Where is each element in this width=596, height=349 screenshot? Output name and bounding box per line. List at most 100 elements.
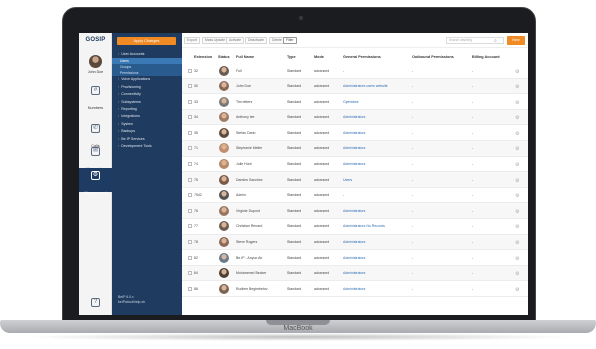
cell-name[interactable]: Virginie Dupont	[236, 209, 260, 213]
col-status[interactable]: Status	[218, 55, 230, 59]
row-settings-icon[interactable]: ⚙	[515, 115, 519, 121]
row-checkbox[interactable]	[188, 271, 192, 276]
cell-billing: -	[472, 99, 474, 104]
col-full-name[interactable]: Full Name	[236, 55, 254, 59]
nav-item-integrations[interactable]: › Integrations	[112, 113, 182, 120]
col-billing-account[interactable]: Billing Account	[472, 55, 500, 59]
numbers-icon: #	[91, 86, 100, 95]
cell-billing: -	[472, 255, 474, 260]
row-settings-icon[interactable]: ⚙	[515, 69, 519, 75]
rail-item-help[interactable]: ?Help	[79, 295, 112, 315]
col-general-permissions[interactable]: General Permissions	[343, 55, 381, 59]
table-row[interactable]: 84 Muhammed Becker Standard advanced Adminis…	[182, 265, 528, 282]
cell-name[interactable]: Christian Renard	[236, 224, 262, 228]
rail-item-messaging[interactable]: ✉Messaging	[79, 144, 112, 171]
row-settings-icon[interactable]: ⚙	[515, 271, 519, 277]
row-checkbox[interactable]	[188, 255, 192, 260]
cell-mode: advanced	[314, 99, 330, 104]
cell-name[interactable]: John Doe	[236, 84, 251, 88]
nav-item-subsystems[interactable]: › Subsystems	[112, 99, 182, 106]
nav-item-user-accounts[interactable]: › User Accounts	[112, 51, 182, 58]
row-settings-icon[interactable]: ⚙	[515, 146, 519, 152]
row-checkbox[interactable]	[188, 193, 192, 198]
table-row[interactable]: 35 Stefan Dario Standard advanced Administra…	[182, 125, 528, 141]
table-row[interactable]: 76 Virginie Dupont Standard advanced Adminis…	[182, 203, 528, 219]
row-settings-icon[interactable]: ⚙	[515, 193, 519, 199]
row-checkbox[interactable]	[188, 68, 192, 73]
new-user-button[interactable]: New	[507, 36, 525, 45]
cell-name[interactable]: Muhammed Becker	[236, 271, 266, 275]
row-checkbox[interactable]	[188, 208, 192, 213]
row-settings-icon[interactable]: ⚙	[515, 162, 519, 168]
row-settings-icon[interactable]: ⚙	[515, 178, 519, 184]
row-settings-icon[interactable]: ⚙	[515, 84, 519, 90]
rail-item-calls[interactable]: ✆ Calls	[79, 121, 112, 148]
export-button[interactable]: Export	[184, 37, 200, 44]
cell-name[interactable]: Stephanie Meller	[236, 146, 262, 150]
row-settings-icon[interactable]: ⚙	[515, 209, 519, 215]
table-row[interactable]: 71 Stephanie Meller Standard advanced Admini…	[182, 140, 528, 157]
row-settings-icon[interactable]: ⚙	[515, 287, 519, 293]
col-outbound-permissions[interactable]: Outbound Permissions	[412, 55, 454, 59]
activate-button[interactable]: Activate	[226, 37, 245, 44]
nav-item-provisioning[interactable]: › Provisioning	[112, 84, 182, 91]
rail-item-management[interactable]: ⚙ Management	[79, 168, 112, 195]
table-row[interactable]: 74 Julie Hunt Standard advanced Administrato…	[182, 157, 528, 173]
row-settings-icon[interactable]: ⚙	[515, 131, 519, 137]
table-row[interactable]: 32 Full Standard advanced - - - ⚙	[182, 63, 528, 79]
table-row[interactable]: 30 John Doe Standard advanced Administrators…	[182, 78, 528, 95]
col-type[interactable]: Type	[287, 55, 296, 59]
table-row[interactable]: 77 Christian Renard Standard advanced Admini…	[182, 219, 528, 235]
row-settings-icon[interactable]: ⚙	[515, 224, 519, 230]
table-row[interactable]: 7542 Admin Standard advanced - - - ⚙	[182, 188, 528, 204]
nav-item-development-tools[interactable]: › Development Tools	[112, 143, 182, 150]
row-checkbox[interactable]	[188, 224, 192, 229]
cell-name[interactable]: Tim letters	[236, 100, 252, 104]
deactivate-button[interactable]: Deactivate	[245, 37, 268, 44]
table-row[interactable]: 34 Anthony lee Standard advanced Administrat…	[182, 109, 528, 126]
row-checkbox[interactable]	[188, 130, 192, 135]
table-row[interactable]: 82 Be IP - Anyoo Air Standard advanced Admin…	[182, 250, 528, 266]
user-avatar[interactable]	[89, 55, 102, 68]
help-link[interactable]: beIPcloud/help.sh	[118, 300, 145, 305]
row-settings-icon[interactable]: ⚙	[515, 100, 519, 106]
table-row[interactable]: 33 Tim letters Standard advanced Operators - -…	[182, 94, 528, 110]
rail-item-numbers[interactable]: # Numbers	[79, 83, 112, 110]
row-checkbox[interactable]	[188, 162, 192, 167]
table-row[interactable]: 75 Damien Sanchez Standard advanced Users - - ⚙	[182, 172, 528, 188]
cell-name[interactable]: Rudiem Begimbetov	[236, 287, 268, 291]
nav-item-be-ip-services[interactable]: › Be IP Services	[112, 136, 182, 143]
apply-changes-button[interactable]: Apply Changes	[117, 37, 176, 45]
col-extension[interactable]: Extension	[194, 55, 212, 59]
filter-button[interactable]: Filter	[283, 37, 297, 44]
search-icon[interactable]: ⌕	[494, 38, 497, 44]
cell-name[interactable]: Stefan Dario	[236, 131, 255, 135]
row-checkbox[interactable]	[188, 286, 192, 291]
row-checkbox[interactable]	[188, 240, 192, 245]
cell-name[interactable]: Full	[236, 69, 242, 73]
row-checkbox[interactable]	[188, 84, 192, 89]
cell-name[interactable]: Steve Rogers	[236, 240, 257, 244]
row-checkbox[interactable]	[188, 177, 192, 182]
row-settings-icon[interactable]: ⚙	[515, 240, 519, 246]
cell-ext: 34	[194, 115, 198, 120]
cell-outbound: -	[412, 208, 414, 213]
row-checkbox[interactable]	[188, 146, 192, 151]
row-checkbox[interactable]	[188, 99, 192, 104]
nav-item-system[interactable]: › System	[112, 121, 182, 128]
cell-name[interactable]: Damien Sanchez	[236, 178, 263, 182]
col-mode[interactable]: Mode	[314, 55, 324, 59]
nav-item-reporting[interactable]: › Reporting	[112, 106, 182, 113]
cell-name[interactable]: Admin	[236, 193, 246, 197]
nav-item-backups[interactable]: › Backups	[112, 128, 182, 135]
table-row[interactable]: 86 Rudiem Begimbetov Standard advanced Admin…	[182, 281, 528, 297]
row-checkbox[interactable]	[188, 115, 192, 120]
cell-name[interactable]: Be IP - Anyoo Air	[236, 256, 262, 260]
cell-name[interactable]: Anthony lee	[236, 115, 255, 119]
row-settings-icon[interactable]: ⚙	[515, 256, 519, 262]
nav-item-connectivity[interactable]: › Connectivity	[112, 91, 182, 98]
table-row[interactable]: 78 Steve Rogers Standard advanced Administra…	[182, 234, 528, 251]
nav-item-voice-applications[interactable]: › Voice Applications	[112, 76, 182, 83]
mass-update-button[interactable]: Mass Update	[202, 37, 228, 44]
cell-name[interactable]: Julie Hunt	[236, 162, 252, 166]
